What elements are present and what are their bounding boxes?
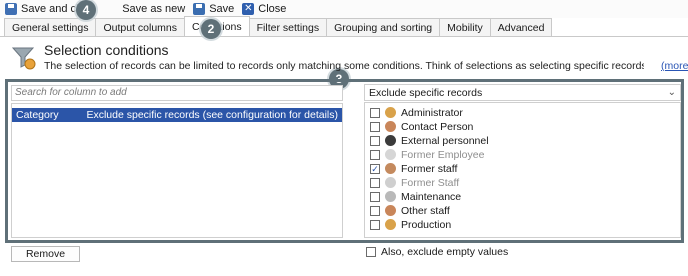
page-description: The selection of records can be limited … <box>44 60 644 72</box>
list-item[interactable]: ✓ Former staff <box>370 162 457 175</box>
external-user-icon <box>385 135 396 146</box>
page-title: Selection conditions <box>44 42 169 58</box>
save-button[interactable]: Save <box>190 1 237 17</box>
list-item-label: Former Staff <box>401 176 460 189</box>
list-item-label: Former staff <box>401 162 458 175</box>
checkbox[interactable] <box>370 191 380 202</box>
step-badge-4: 4 <box>76 0 96 20</box>
tab-advanced[interactable]: Advanced <box>489 18 553 36</box>
also-exclude-empty-label: Also, exclude empty values <box>381 246 509 258</box>
list-item-label: Contact Person <box>401 120 474 133</box>
checkbox[interactable] <box>370 135 380 146</box>
conditions-grid: Category Exclude specific records (see c… <box>11 103 343 238</box>
tab-output-columns[interactable]: Output columns <box>95 18 186 36</box>
tab-grouping-and-sorting[interactable]: Grouping and sorting <box>326 18 441 36</box>
tab-general-settings[interactable]: General settings <box>4 18 97 36</box>
row-condition-cell: Exclude specific records (see configurat… <box>86 109 338 121</box>
list-item[interactable]: Contact Person <box>370 120 473 133</box>
save-close-icon <box>5 3 17 15</box>
funnel-icon <box>11 47 36 70</box>
maintenance-user-icon <box>385 191 396 202</box>
checkbox[interactable] <box>366 247 376 257</box>
checkbox-checked[interactable]: ✓ <box>370 163 380 174</box>
remove-button[interactable]: Remove <box>11 246 80 262</box>
row-category-cell: Category <box>16 109 59 121</box>
records-checklist: Administrator Contact Person External pe… <box>364 102 681 238</box>
more-link[interactable]: (more) <box>661 60 688 72</box>
close-button[interactable]: ✕ Close <box>239 1 289 17</box>
save-as-new-button[interactable]: Save as new <box>119 1 188 17</box>
checkbox[interactable] <box>370 121 380 132</box>
other-staff-icon <box>385 205 396 216</box>
step-badge-2: 2 <box>201 19 221 39</box>
tab-mobility[interactable]: Mobility <box>439 18 491 36</box>
tab-filter-settings[interactable]: Filter settings <box>248 18 328 36</box>
list-item[interactable]: Production <box>370 218 451 231</box>
list-item[interactable]: Maintenance <box>370 190 461 203</box>
condition-type-select[interactable]: Exclude specific records ⌄ <box>364 84 681 101</box>
list-item-label: Administrator <box>401 106 463 119</box>
contact-user-icon <box>385 121 396 132</box>
close-icon: ✕ <box>242 3 255 15</box>
column-search-input[interactable]: Search for column to add <box>11 85 343 101</box>
former-employee-icon <box>385 149 396 160</box>
list-item[interactable]: Former Staff <box>370 176 459 189</box>
save-label: Save <box>209 3 235 15</box>
checkbox[interactable] <box>370 107 380 118</box>
close-label: Close <box>258 3 287 15</box>
production-user-icon <box>385 219 396 230</box>
checkbox[interactable] <box>370 177 380 188</box>
table-row[interactable]: Category Exclude specific records (see c… <box>12 108 342 122</box>
list-item-label: Former Employee <box>401 148 485 161</box>
list-item[interactable]: Former Employee <box>370 148 484 161</box>
checkbox[interactable] <box>370 205 380 216</box>
list-item-label: External personnel <box>401 134 489 147</box>
condition-type-value: Exclude specific records <box>369 86 483 99</box>
checkbox[interactable] <box>370 149 380 160</box>
list-item-label: Maintenance <box>401 190 462 203</box>
admin-user-icon <box>385 107 396 118</box>
list-item-label: Other staff <box>401 204 450 217</box>
save-icon <box>193 3 206 15</box>
save-as-new-label: Save as new <box>122 3 186 15</box>
former-staff-icon <box>385 163 396 174</box>
tab-bar: General settings Output columns Conditio… <box>0 16 688 37</box>
also-exclude-empty-option[interactable]: Also, exclude empty values <box>366 246 508 258</box>
checkbox[interactable] <box>370 219 380 230</box>
list-item[interactable]: Administrator <box>370 106 463 119</box>
list-item[interactable]: Other staff <box>370 204 450 217</box>
toolbar: Save and close Save as new Save ✕ Close <box>0 0 688 18</box>
chevron-down-icon: ⌄ <box>667 87 676 98</box>
list-item[interactable]: External personnel <box>370 134 489 147</box>
list-item-label: Production <box>401 218 452 231</box>
former-staff-alt-icon <box>385 177 396 188</box>
